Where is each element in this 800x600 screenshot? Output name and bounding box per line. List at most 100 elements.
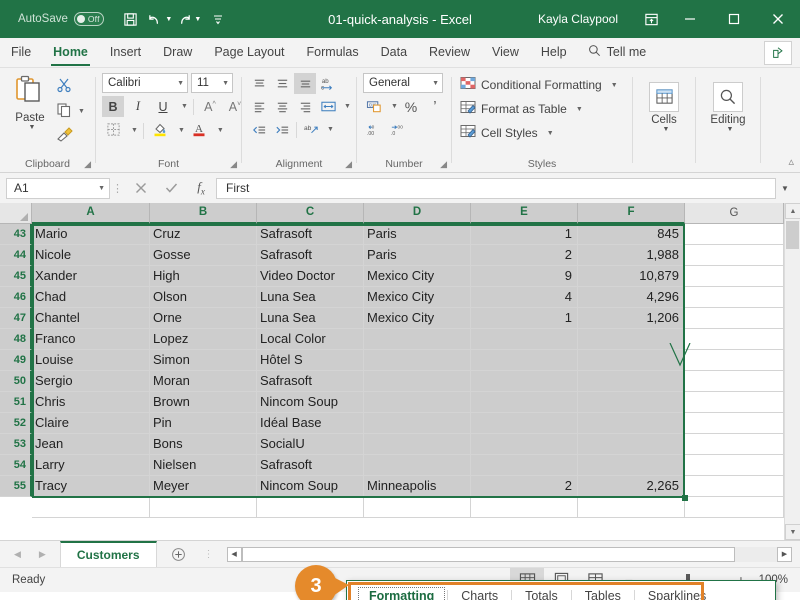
cell-d46[interactable]: Mexico City (364, 287, 471, 308)
cell-f54[interactable] (578, 455, 685, 476)
cell-b52[interactable]: Pin (150, 413, 257, 434)
expand-formula-bar-icon[interactable]: ▼ (776, 184, 794, 193)
share-icon[interactable] (764, 41, 792, 65)
scroll-right-icon[interactable]: ▶ (777, 547, 792, 562)
cell-d49[interactable] (364, 350, 471, 371)
cell-a53[interactable]: Jean (32, 434, 150, 455)
tell-me-search[interactable]: Tell me (578, 37, 657, 67)
column-header-e[interactable]: E (471, 203, 578, 224)
row-header-47[interactable]: 47 (0, 308, 32, 329)
cell-e49[interactable] (471, 350, 578, 371)
cell-b43[interactable]: Cruz (150, 224, 257, 245)
cell-c51[interactable]: Nincom Soup (257, 392, 364, 413)
qa-tab-totals[interactable]: Totals (512, 585, 571, 600)
clipboard-dialog-launcher[interactable]: ◢ (84, 157, 91, 171)
cell-g43[interactable] (685, 224, 784, 245)
cell-b47[interactable]: Orne (150, 308, 257, 329)
cell-e48[interactable] (471, 329, 578, 350)
name-box[interactable]: A1 ▼ (6, 178, 110, 199)
cell-c54[interactable]: Safrasoft (257, 455, 364, 476)
row-header-52[interactable]: 52 (0, 413, 32, 434)
chevron-down-icon[interactable]: ▼ (98, 185, 105, 192)
underline-dropdown-icon[interactable]: ▼ (181, 103, 188, 110)
cell-empty[interactable] (685, 497, 784, 518)
cell-f53[interactable] (578, 434, 685, 455)
cell-g51[interactable] (685, 392, 784, 413)
wrap-text-icon[interactable]: abc (317, 73, 339, 94)
increase-font-size-button[interactable]: A^ (199, 96, 221, 117)
cell-d52[interactable] (364, 413, 471, 434)
row-header-44[interactable]: 44 (0, 245, 32, 266)
horizontal-scrollbar[interactable]: ◀ ▶ (219, 541, 800, 567)
cell-c47[interactable]: Luna Sea (257, 308, 364, 329)
cell-g49[interactable] (685, 350, 784, 371)
paste-button[interactable]: Paste ▼ (6, 72, 54, 131)
cell-empty[interactable] (32, 497, 150, 518)
chevron-down-icon[interactable]: ▼ (611, 82, 618, 89)
row-header-45[interactable]: 45 (0, 266, 32, 287)
cell-b54[interactable]: Nielsen (150, 455, 257, 476)
cell-g52[interactable] (685, 413, 784, 434)
cell-f44[interactable]: 1,988 (578, 245, 685, 266)
cell-g45[interactable] (685, 266, 784, 287)
align-right-icon[interactable] (294, 96, 316, 117)
cell-f43[interactable]: 845 (578, 224, 685, 245)
fill-color-dropdown-icon[interactable]: ▼ (178, 127, 185, 134)
fill-color-button[interactable] (149, 120, 171, 141)
number-dialog-launcher[interactable]: ◢ (440, 157, 447, 171)
cell-f52[interactable] (578, 413, 685, 434)
vertical-scrollbar[interactable]: ▲ ▼ (784, 203, 800, 540)
cell-a48[interactable]: Franco (32, 329, 150, 350)
cell-c43[interactable]: Safrasoft (257, 224, 364, 245)
editing-dropdown-icon[interactable]: ▼ (727, 126, 734, 133)
font-family-combo[interactable]: Calibri ▼ (102, 73, 188, 93)
row-header-43[interactable]: 43 (0, 224, 32, 245)
cell-a44[interactable]: Nicole (32, 245, 150, 266)
cell-f48[interactable] (578, 329, 685, 350)
column-header-c[interactable]: C (257, 203, 364, 224)
increase-indent-icon[interactable] (271, 119, 293, 140)
column-header-a[interactable]: A (32, 203, 150, 224)
cell-a51[interactable]: Chris (32, 392, 150, 413)
vertical-scroll-thumb[interactable] (786, 221, 799, 249)
cell-b50[interactable]: Moran (150, 371, 257, 392)
qa-tab-formatting[interactable]: Formatting (356, 585, 447, 600)
cell-b51[interactable]: Brown (150, 392, 257, 413)
cell-c46[interactable]: Luna Sea (257, 287, 364, 308)
cell-d45[interactable]: Mexico City (364, 266, 471, 287)
cells-dropdown-icon[interactable]: ▼ (663, 126, 670, 133)
redo-icon[interactable]: ▼ (176, 6, 202, 32)
column-header-d[interactable]: D (364, 203, 471, 224)
cell-d43[interactable]: Paris (364, 224, 471, 245)
cell-g55[interactable] (685, 476, 784, 497)
tab-file[interactable]: File (0, 37, 42, 67)
tab-view[interactable]: View (481, 37, 530, 67)
cell-a55[interactable]: Tracy (32, 476, 150, 497)
cell-g47[interactable] (685, 308, 784, 329)
next-sheet-icon[interactable]: ▶ (39, 549, 46, 560)
italic-button[interactable]: I (127, 96, 149, 117)
cell-a46[interactable]: Chad (32, 287, 150, 308)
tab-review[interactable]: Review (418, 37, 481, 67)
cell-b53[interactable]: Bons (150, 434, 257, 455)
column-header-f[interactable]: F (578, 203, 685, 224)
font-color-button[interactable]: A (188, 120, 210, 141)
align-bottom-icon[interactable] (294, 73, 316, 94)
row-header-55[interactable]: 55 (0, 476, 32, 497)
cell-d51[interactable] (364, 392, 471, 413)
cells-button[interactable]: Cells ▼ (639, 78, 689, 133)
row-header-53[interactable]: 53 (0, 434, 32, 455)
cell-e52[interactable] (471, 413, 578, 434)
autosave-toggle[interactable]: AutoSave Off (18, 12, 104, 26)
cell-e55[interactable]: 2 (471, 476, 578, 497)
insert-function-icon[interactable]: fx (186, 178, 216, 199)
font-color-dropdown-icon[interactable]: ▼ (217, 127, 224, 134)
collapse-ribbon-icon[interactable]: ▵ (788, 155, 794, 168)
cell-f45[interactable]: 10,879 (578, 266, 685, 287)
cell-e46[interactable]: 4 (471, 287, 578, 308)
save-icon[interactable] (118, 6, 144, 32)
decrease-indent-icon[interactable] (248, 119, 270, 140)
comma-style-button[interactable]: ’ (424, 96, 446, 117)
cell-e53[interactable] (471, 434, 578, 455)
cell-b48[interactable]: Lopez (150, 329, 257, 350)
